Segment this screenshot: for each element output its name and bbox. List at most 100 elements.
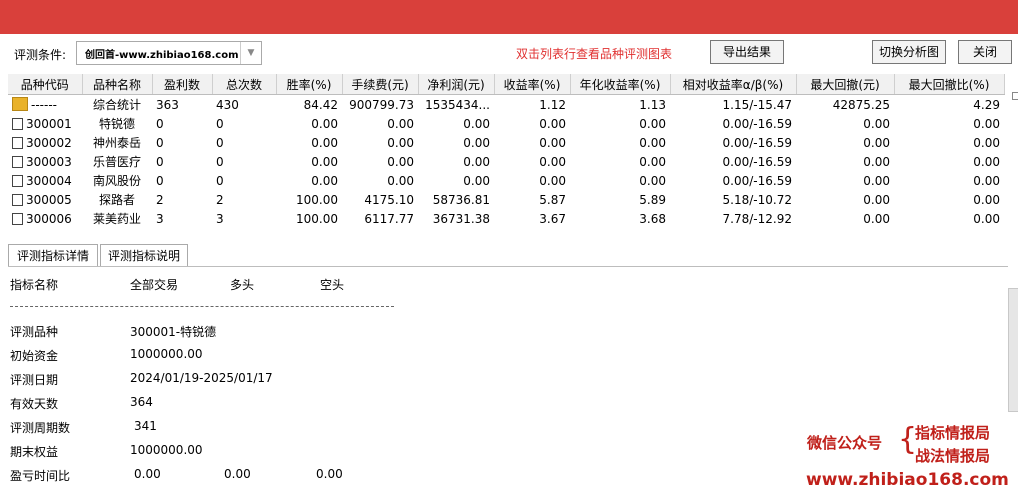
column-header[interactable]: 年化收益率(%): [570, 74, 671, 95]
watermark-name1: 指标情报局: [915, 424, 991, 442]
cell-name: 特锐德: [98, 117, 135, 131]
cell-name: 莱美药业: [92, 212, 141, 226]
tab-description[interactable]: 评测指标说明: [100, 244, 188, 266]
table-header-row: 品种代码 品种名称 盈利数 总次数 胜率(%) 手续费(元) 净利润(元) 收益率(%) 年化收…: [8, 74, 1005, 95]
cell-rel: 5.18/-10.72: [722, 192, 792, 207]
cell-fee: 0.00: [387, 173, 414, 188]
detail-value: 1000000.00: [130, 347, 203, 361]
cell-ret: 5.87: [539, 192, 566, 207]
cell-ret: 0.00: [539, 173, 566, 188]
document-icon: [12, 117, 23, 130]
detail-header-name: 指标名称: [10, 278, 59, 292]
cell-annual: 0.00: [639, 154, 666, 169]
chevron-down-icon[interactable]: ▼: [240, 42, 261, 64]
detail-label: 盈亏时间比: [10, 469, 71, 483]
detail-value: 2024/01/19-2025/01/17: [130, 371, 273, 385]
table-row[interactable]: 300003 乐普医疗 0 0 0.00 0.00 0.00 0.00 0.00 0.00/-16…: [8, 152, 1004, 171]
cell-name: 南风股份: [92, 174, 141, 188]
column-header[interactable]: 净利润(元): [418, 74, 495, 95]
detail-label: 评测品种: [10, 325, 59, 339]
cell-rate: 0.00: [311, 135, 338, 150]
document-icon: [12, 193, 23, 206]
column-header[interactable]: 胜率(%): [276, 74, 343, 95]
detail-value: 300001-特锐德: [130, 325, 217, 339]
column-header[interactable]: 手续费(元): [342, 74, 419, 95]
cell-code-text: 300002: [26, 135, 72, 150]
watermark-name2: 战法情报局: [915, 447, 991, 465]
cell-rel: 0.00/-16.59: [722, 173, 792, 188]
column-header[interactable]: 最大回撤比(%): [894, 74, 1005, 95]
watermark-url: www.zhibiao168.com: [806, 470, 1009, 490]
cell-name: 综合统计: [92, 98, 141, 112]
detail-panel: 指标名称 全部交易 多头 空头 评测品种 300001-特锐德 初始资金 100…: [8, 266, 1008, 497]
cell-fee: 0.00: [387, 116, 414, 131]
column-header[interactable]: 相对收益率α/β(%): [670, 74, 797, 95]
table-row[interactable]: 300004 南风股份 0 0 0.00 0.00 0.00 0.00 0.00 0.00/-16…: [8, 171, 1004, 190]
cell-fee: 0.00: [387, 154, 414, 169]
detail-label: 评测周期数: [10, 421, 71, 435]
detail-label: 期末权益: [10, 445, 59, 459]
detail-value: 1000000.00: [130, 443, 203, 457]
column-header[interactable]: 总次数: [212, 74, 277, 95]
cell-name: 探路者: [98, 193, 135, 207]
detail-scrollbar[interactable]: [1008, 288, 1018, 412]
cell-net: 0.00: [463, 116, 490, 131]
title-bar: [0, 0, 1018, 34]
cell-code: 300006: [8, 209, 82, 228]
cell-code: 300002: [8, 133, 82, 152]
cell-dd: 0.00: [863, 192, 890, 207]
scroll-indicator[interactable]: [1012, 92, 1018, 100]
double-click-hint: 双击列表行查看品种评测图表: [516, 47, 673, 61]
table-row[interactable]: 300005 探路者 2 2 100.00 4175.10 58736.81 5.87 5.89…: [8, 190, 1004, 209]
cell-code: ------: [8, 95, 82, 115]
column-header[interactable]: 品种代码: [8, 74, 83, 95]
cell-annual: 0.00: [639, 173, 666, 188]
detail-value-all: 0.00: [134, 467, 161, 481]
cell-annual: 0.00: [639, 135, 666, 150]
cell-total: 430: [216, 97, 239, 112]
cell-total: 0: [216, 116, 224, 131]
table-row[interactable]: 300006 莱美药业 3 3 100.00 6117.77 36731.38 3.67 3.6…: [8, 209, 1004, 228]
cell-code-text: 300004: [26, 173, 72, 188]
cell-dd: 0.00: [863, 116, 890, 131]
cell-net: 58736.81: [432, 192, 490, 207]
cell-name: 神州泰岳: [92, 136, 141, 150]
close-button[interactable]: 关闭: [958, 40, 1012, 64]
cell-ddr: 0.00: [973, 173, 1000, 188]
cell-dd: 0.00: [863, 173, 890, 188]
detail-header-short: 空头: [320, 278, 345, 292]
cell-code-text: 300005: [26, 192, 72, 207]
cell-dd: 0.00: [863, 211, 890, 226]
cell-net: 0.00: [463, 154, 490, 169]
cell-code: 300003: [8, 152, 82, 171]
cell-rel: 0.00/-16.59: [722, 116, 792, 131]
results-table[interactable]: 品种代码 品种名称 盈利数 总次数 胜率(%) 手续费(元) 净利润(元) 收益率(%) 年化收…: [8, 74, 1008, 231]
table-row[interactable]: 300002 神州泰岳 0 0 0.00 0.00 0.00 0.00 0.00 0.00/-16…: [8, 133, 1004, 152]
column-header[interactable]: 盈利数: [152, 74, 213, 95]
cell-ddr: 0.00: [973, 154, 1000, 169]
table-row[interactable]: ------ 综合统计 363 430 84.42 900799.73 1535434...…: [8, 95, 1004, 115]
detail-header-all: 全部交易: [130, 278, 179, 292]
cell-total: 0: [216, 135, 224, 150]
cell-annual: 1.13: [639, 97, 666, 112]
cell-rate: 100.00: [296, 192, 338, 207]
table-row[interactable]: 300001 特锐德 0 0 0.00 0.00 0.00 0.00 0.00 0.00/-16.…: [8, 114, 1004, 133]
cell-total: 0: [216, 154, 224, 169]
detail-value-short: 0.00: [316, 467, 343, 481]
cell-ddr: 0.00: [973, 116, 1000, 131]
cell-code: 300001: [8, 114, 82, 133]
criteria-combo[interactable]: 创回首-www.zhibiao168.com ▼: [76, 41, 262, 65]
tab-detail[interactable]: 评测指标详情: [8, 244, 98, 266]
column-header[interactable]: 品种名称: [82, 74, 153, 95]
cell-win: 0: [156, 154, 164, 169]
cell-annual: 0.00: [639, 116, 666, 131]
cell-net: 0.00: [463, 173, 490, 188]
export-button[interactable]: 导出结果: [710, 40, 784, 64]
column-header[interactable]: 最大回撤(元): [796, 74, 895, 95]
cell-code-text: ------: [31, 98, 57, 112]
column-header[interactable]: 收益率(%): [494, 74, 571, 95]
switch-chart-button[interactable]: 切换分析图: [872, 40, 946, 64]
detail-header-long: 多头: [230, 278, 255, 292]
cell-win: 2: [156, 192, 164, 207]
cell-win: 0: [156, 116, 164, 131]
